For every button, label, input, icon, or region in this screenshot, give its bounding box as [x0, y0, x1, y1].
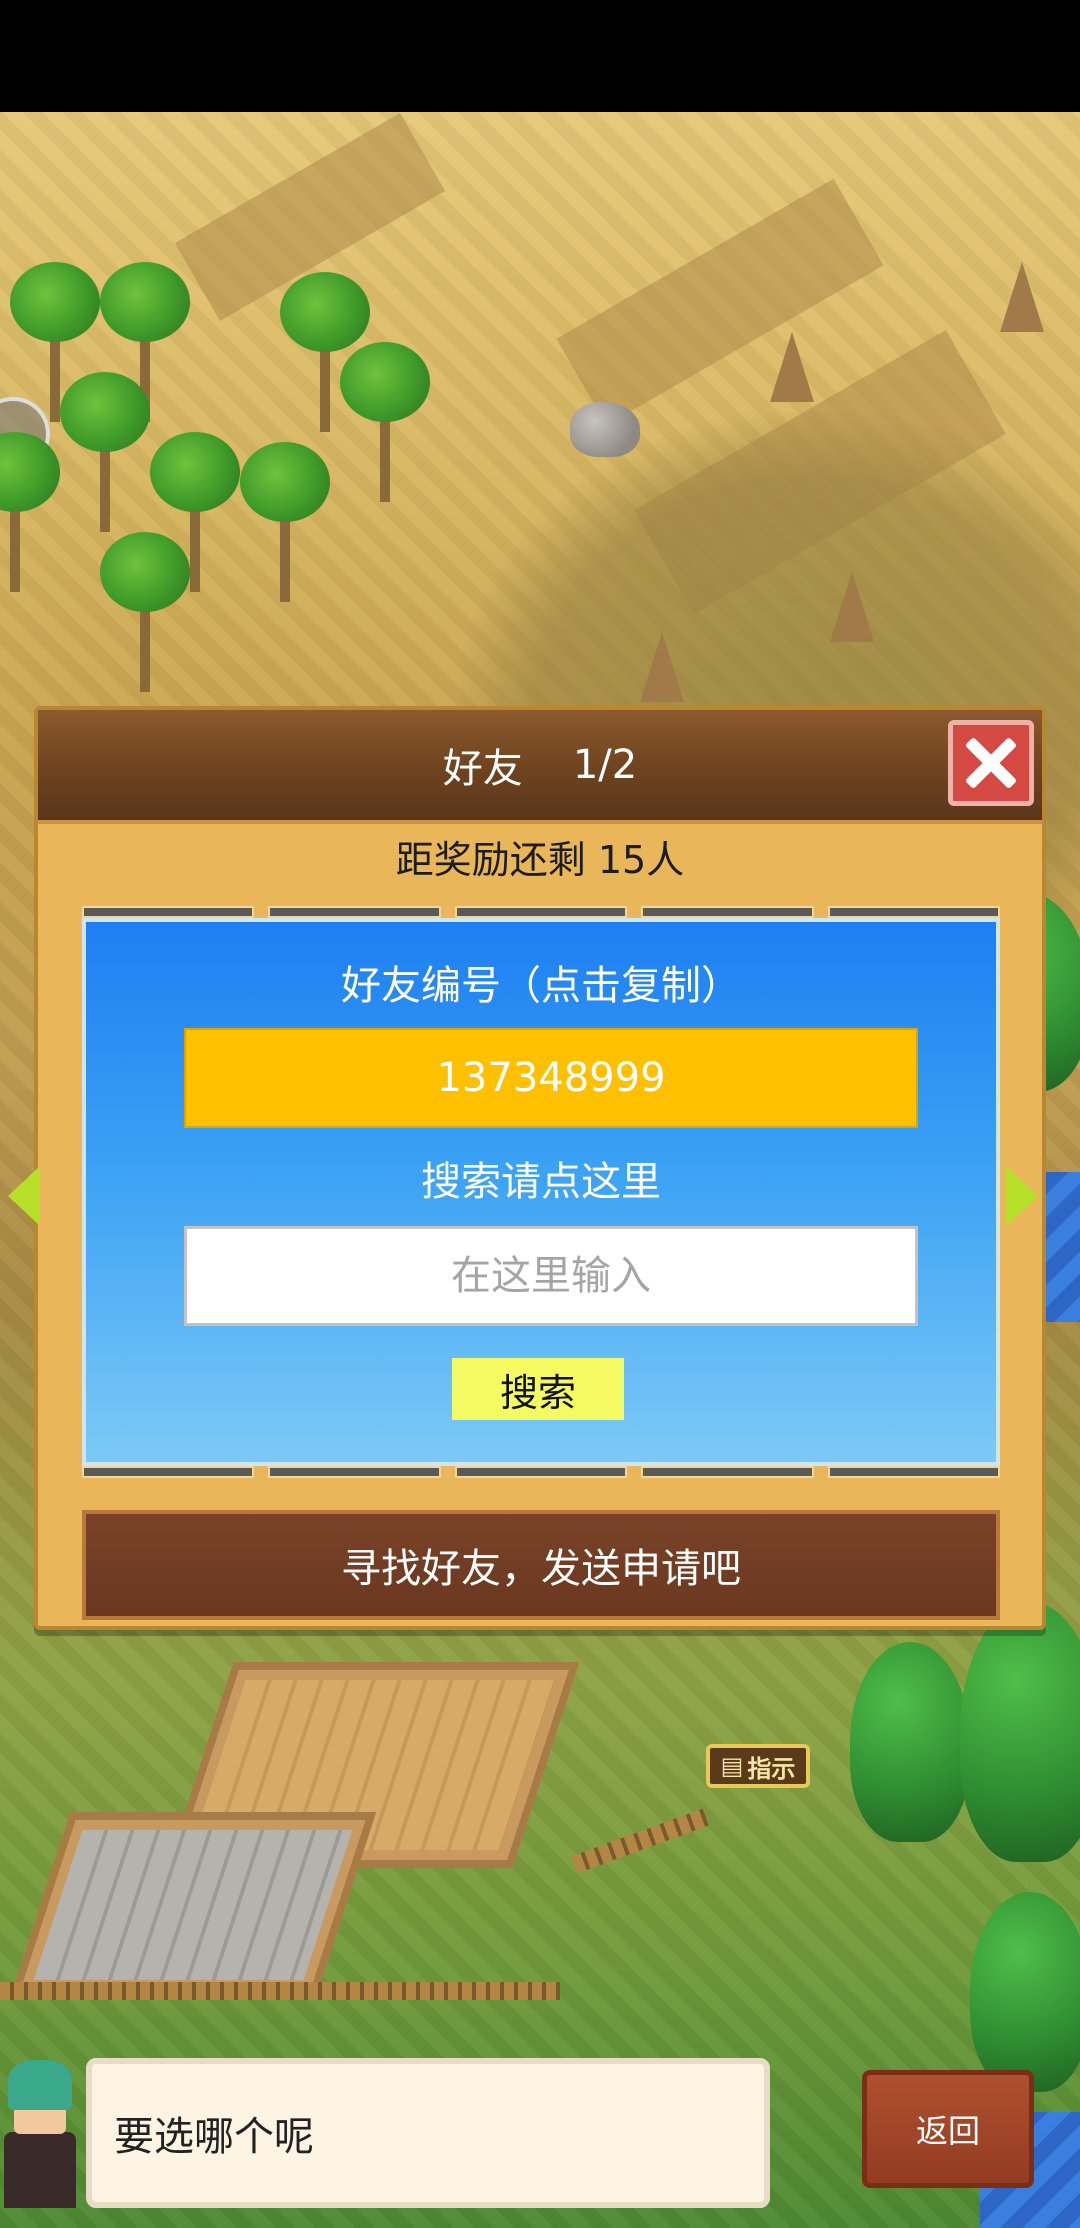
search-button[interactable]: 搜索 — [452, 1358, 624, 1420]
rock-spire — [830, 572, 874, 642]
find-friends-button[interactable]: 寻找好友，发送申请吧 — [82, 1510, 1000, 1620]
pine-tree — [970, 1892, 1080, 2092]
page-indicator: 1/2 — [572, 742, 638, 788]
pine-tree — [960, 1602, 1080, 1862]
book-icon: ▤ — [720, 1752, 744, 1780]
reward-remaining-text: 距奖励还剩 15人 — [395, 838, 685, 882]
back-button[interactable]: 返回 — [862, 2070, 1034, 2188]
chevron-right-icon[interactable] — [1006, 1166, 1038, 1226]
water — [1046, 1172, 1080, 1322]
pine-tree — [850, 1642, 970, 1842]
fence — [0, 1982, 560, 2000]
friend-code-copy[interactable]: 137348999 — [184, 1028, 918, 1128]
rock-spire — [770, 332, 814, 402]
rock-spire — [640, 632, 684, 702]
close-button[interactable] — [948, 720, 1034, 806]
palm-tree — [60, 372, 150, 532]
panel-tabs-bottom — [82, 1466, 1001, 1478]
fence — [571, 1808, 709, 1874]
guide-sign-label: 指示 — [747, 1754, 796, 1783]
rock — [570, 402, 640, 457]
chevron-left-icon[interactable] — [8, 1166, 40, 1226]
building-stone[interactable] — [9, 1812, 377, 1998]
dialog-title: 好友 1/2 — [38, 710, 1042, 820]
status-bar — [0, 0, 1080, 112]
palm-tree — [340, 342, 430, 502]
search-input[interactable] — [184, 1226, 918, 1326]
friend-code-value: 137348999 — [436, 1055, 666, 1101]
search-label: 搜索请点这里 — [421, 1159, 661, 1205]
desert-patch — [556, 178, 884, 426]
guide-sign[interactable]: ▤ 指示 — [706, 1744, 810, 1788]
rock-spire — [1000, 262, 1044, 332]
friends-dialog: 好友 1/2 距奖励还剩 15人 好友编号（点击复制） 137348999 搜索… — [8, 706, 1046, 1630]
palm-tree — [100, 532, 190, 692]
friend-panel: 好友编号（点击复制） 137348999 搜索请点这里 搜索 — [82, 918, 1000, 1466]
speech-bubble: 要选哪个呢 — [86, 2058, 770, 2208]
palm-tree — [0, 432, 60, 592]
palm-tree — [240, 442, 330, 602]
friend-code-label[interactable]: 好友编号（点击复制） — [86, 958, 996, 1014]
dialog-title-text: 好友 — [442, 746, 523, 792]
speech-text: 要选哪个呢 — [114, 2114, 314, 2160]
panel-tabs-top — [82, 906, 1001, 918]
advisor-avatar — [0, 2060, 80, 2210]
